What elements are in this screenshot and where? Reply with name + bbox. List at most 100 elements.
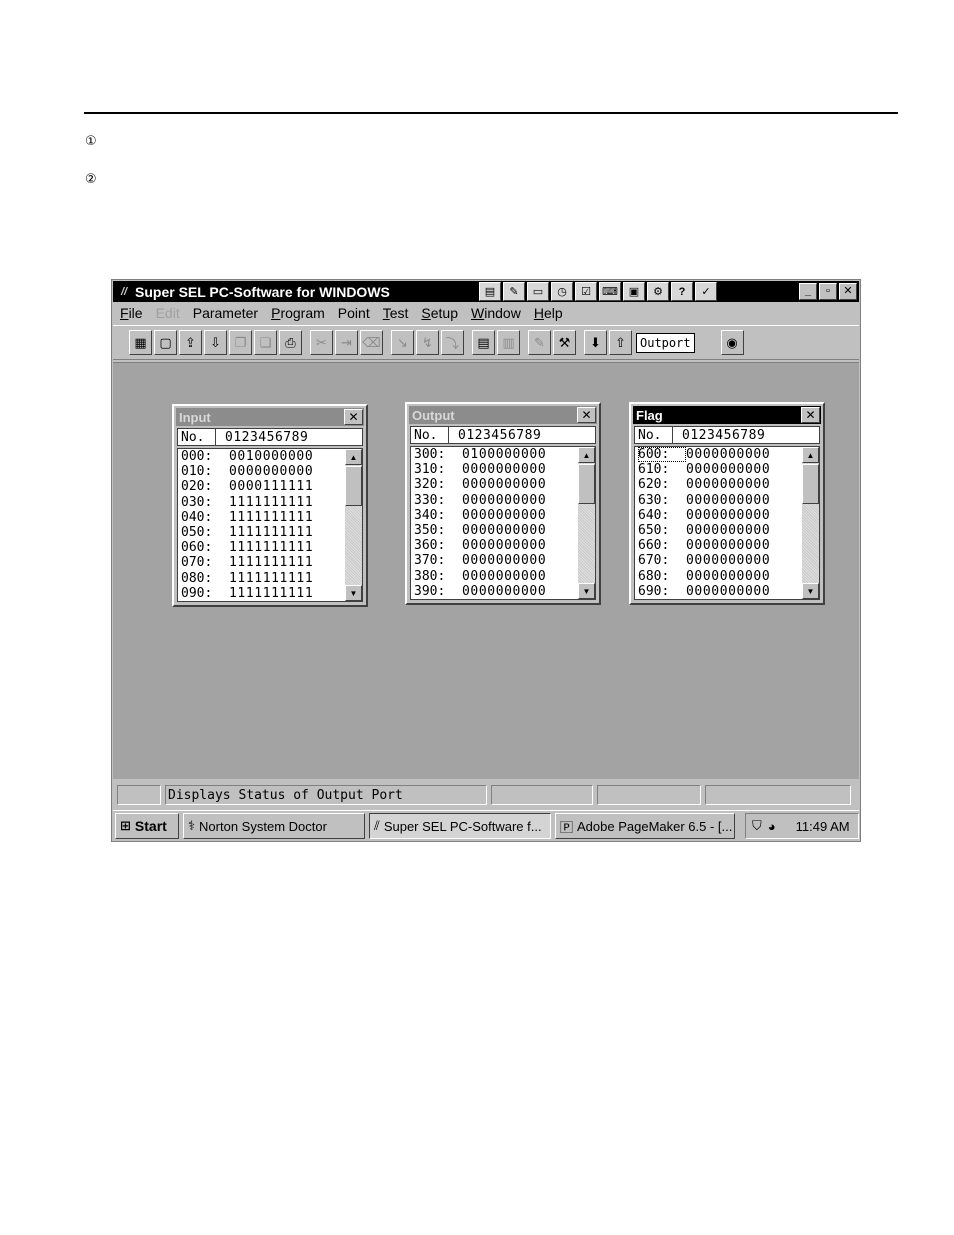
- close-button[interactable]: ✕: [839, 283, 857, 300]
- maximize-button[interactable]: ▫: [819, 283, 837, 300]
- input-panel-title-bar[interactable]: Input ✕: [176, 408, 364, 426]
- title-tool-icon[interactable]: ◷: [551, 282, 573, 301]
- toolbar-stop-icon[interactable]: ▥: [497, 330, 520, 355]
- output-panel-list[interactable]: 300: 0100000000 310: 0000000000 320: 000000…: [410, 446, 596, 600]
- list-item[interactable]: 050: 1111111111: [181, 525, 313, 540]
- network-globe-icon[interactable]: ◕: [768, 819, 776, 834]
- flag-panel-close-button[interactable]: ✕: [801, 407, 820, 423]
- list-item[interactable]: 380: 0000000000: [414, 569, 546, 584]
- title-tool-icon[interactable]: ☑: [575, 282, 597, 301]
- menu-window[interactable]: Window: [471, 305, 521, 321]
- list-item[interactable]: 360: 0000000000: [414, 538, 546, 553]
- list-item[interactable]: 330: 0000000000: [414, 493, 546, 508]
- scroll-up-icon[interactable]: ▲: [578, 447, 595, 463]
- title-tool-icon[interactable]: ▤: [479, 282, 501, 301]
- output-panel-scrollbar[interactable]: ▲ ▼: [578, 447, 595, 599]
- taskbar-item-super-sel[interactable]: ⫽ Super SEL PC-Software f...: [369, 813, 551, 839]
- toolbar-download-icon[interactable]: ⇩: [204, 330, 227, 355]
- minimize-button[interactable]: _: [799, 283, 817, 300]
- list-item[interactable]: 030: 1111111111: [181, 495, 313, 510]
- menu-edit[interactable]: Edit: [156, 305, 180, 321]
- list-item[interactable]: 320: 0000000000: [414, 477, 546, 492]
- taskbar-clock[interactable]: 11:49 AM: [796, 819, 850, 834]
- list-item[interactable]: 610: 0000000000: [638, 462, 770, 477]
- list-item[interactable]: 010: 0000000000: [181, 464, 313, 479]
- list-item[interactable]: 660: 0000000000: [638, 538, 770, 553]
- list-item[interactable]: 040: 1111111111: [181, 510, 313, 525]
- output-panel-close-button[interactable]: ✕: [577, 407, 596, 423]
- list-item[interactable]: 310: 0000000000: [414, 462, 546, 477]
- toolbar-setting-icon[interactable]: ⚒: [553, 330, 576, 355]
- menu-test[interactable]: Test: [383, 305, 409, 321]
- list-item[interactable]: 650: 0000000000: [638, 523, 770, 538]
- scroll-up-icon[interactable]: ▲: [345, 449, 362, 465]
- toolbar-print-icon[interactable]: ⎙: [279, 330, 302, 355]
- title-tool-icon[interactable]: ✓: [695, 282, 717, 301]
- title-tool-icon[interactable]: ⌨: [599, 282, 621, 301]
- menu-parameter[interactable]: Parameter: [193, 305, 258, 321]
- toolbar-new-icon[interactable]: ▦: [129, 330, 152, 355]
- flag-panel-title-bar[interactable]: Flag ✕: [633, 406, 821, 424]
- antivirus-shield-icon[interactable]: ⛉: [752, 818, 762, 834]
- toolbar-delete-icon[interactable]: ⌫: [360, 330, 383, 355]
- input-panel-scrollbar[interactable]: ▲ ▼: [345, 449, 362, 601]
- list-item[interactable]: 070: 1111111111: [181, 555, 313, 570]
- menu-point[interactable]: Point: [338, 305, 370, 321]
- scroll-thumb[interactable]: [802, 464, 819, 504]
- menu-setup[interactable]: Setup: [421, 305, 458, 321]
- toolbar-copy-icon[interactable]: ❐: [229, 330, 252, 355]
- list-item[interactable]: 350: 0000000000: [414, 523, 546, 538]
- output-panel-title-bar[interactable]: Output ✕: [409, 406, 597, 424]
- toolbar-upload-icon[interactable]: ⇪: [179, 330, 202, 355]
- toolbar-emergency-stop-icon[interactable]: ◉: [720, 330, 744, 355]
- toolbar-jog-icon[interactable]: ↯: [416, 330, 439, 355]
- toolbar-arrow-down-icon[interactable]: ⬇: [584, 330, 607, 355]
- list-item[interactable]: 300: 0100000000: [414, 447, 546, 462]
- list-item[interactable]: 690: 0000000000: [638, 584, 770, 599]
- toolbar-move-icon[interactable]: ↘: [391, 330, 414, 355]
- toolbar-run-icon[interactable]: ▤: [472, 330, 495, 355]
- title-bar[interactable]: // Super SEL PC-Software for WINDOWS ▤ ✎…: [113, 281, 859, 302]
- list-item[interactable]: 090: 1111111111: [181, 586, 313, 601]
- list-item[interactable]: 620: 0000000000: [638, 477, 770, 492]
- scroll-down-icon[interactable]: ▼: [345, 585, 362, 601]
- list-item[interactable]: 020: 0000111111: [181, 479, 313, 494]
- scroll-down-icon[interactable]: ▼: [578, 583, 595, 599]
- list-item[interactable]: 060: 1111111111: [181, 540, 313, 555]
- flag-panel-list[interactable]: 600: 0000000000 610: 0000000000 620: 000000…: [634, 446, 820, 600]
- title-tool-icon[interactable]: ?: [671, 282, 693, 301]
- title-tool-icon[interactable]: ✎: [503, 282, 525, 301]
- menu-program[interactable]: Program: [271, 305, 325, 321]
- list-item[interactable]: 630: 0000000000: [638, 493, 770, 508]
- list-item[interactable]: 670: 0000000000: [638, 553, 770, 568]
- flag-panel-scrollbar[interactable]: ▲ ▼: [802, 447, 819, 599]
- list-item[interactable]: 080: 1111111111: [181, 571, 313, 586]
- list-item[interactable]: 340: 0000000000: [414, 508, 546, 523]
- scroll-thumb[interactable]: [578, 464, 595, 504]
- toolbar-open-icon[interactable]: ▢: [154, 330, 177, 355]
- title-tool-icon[interactable]: ▣: [623, 282, 645, 301]
- scroll-down-icon[interactable]: ▼: [802, 583, 819, 599]
- list-item[interactable]: 370: 0000000000: [414, 553, 546, 568]
- toolbar-insert-icon[interactable]: ⇥: [335, 330, 358, 355]
- list-item[interactable]: 000: 0010000000: [181, 449, 313, 464]
- menu-help[interactable]: Help: [534, 305, 563, 321]
- list-item[interactable]: 600: 0000000000: [638, 447, 770, 463]
- taskbar-item-norton[interactable]: ⚕ Norton System Doctor: [183, 813, 365, 839]
- list-item[interactable]: 640: 0000000000: [638, 508, 770, 523]
- toolbar-edit-icon[interactable]: ✎: [528, 330, 551, 355]
- menu-file[interactable]: File: [120, 305, 143, 321]
- scroll-up-icon[interactable]: ▲: [802, 447, 819, 463]
- toolbar-arrow-up-icon[interactable]: ⇧: [609, 330, 632, 355]
- toolbar-cut-icon[interactable]: ✂: [310, 330, 333, 355]
- taskbar-item-pagemaker[interactable]: 🄿 Adobe PageMaker 6.5 - [...: [555, 813, 735, 839]
- input-panel-close-button[interactable]: ✕: [344, 409, 363, 425]
- scroll-thumb[interactable]: [345, 466, 362, 506]
- start-button[interactable]: ⊞ Start: [115, 813, 179, 839]
- title-tool-icon[interactable]: ▭: [527, 282, 549, 301]
- toolbar-paste-icon[interactable]: ❏: [254, 330, 277, 355]
- toolbar-step-icon[interactable]: ⤵: [441, 330, 464, 355]
- title-tool-icon[interactable]: ⚙: [647, 282, 669, 301]
- input-panel-list[interactable]: 000: 0010000000 010: 0000000000 020: 000011…: [177, 448, 363, 602]
- list-item[interactable]: 680: 0000000000: [638, 569, 770, 584]
